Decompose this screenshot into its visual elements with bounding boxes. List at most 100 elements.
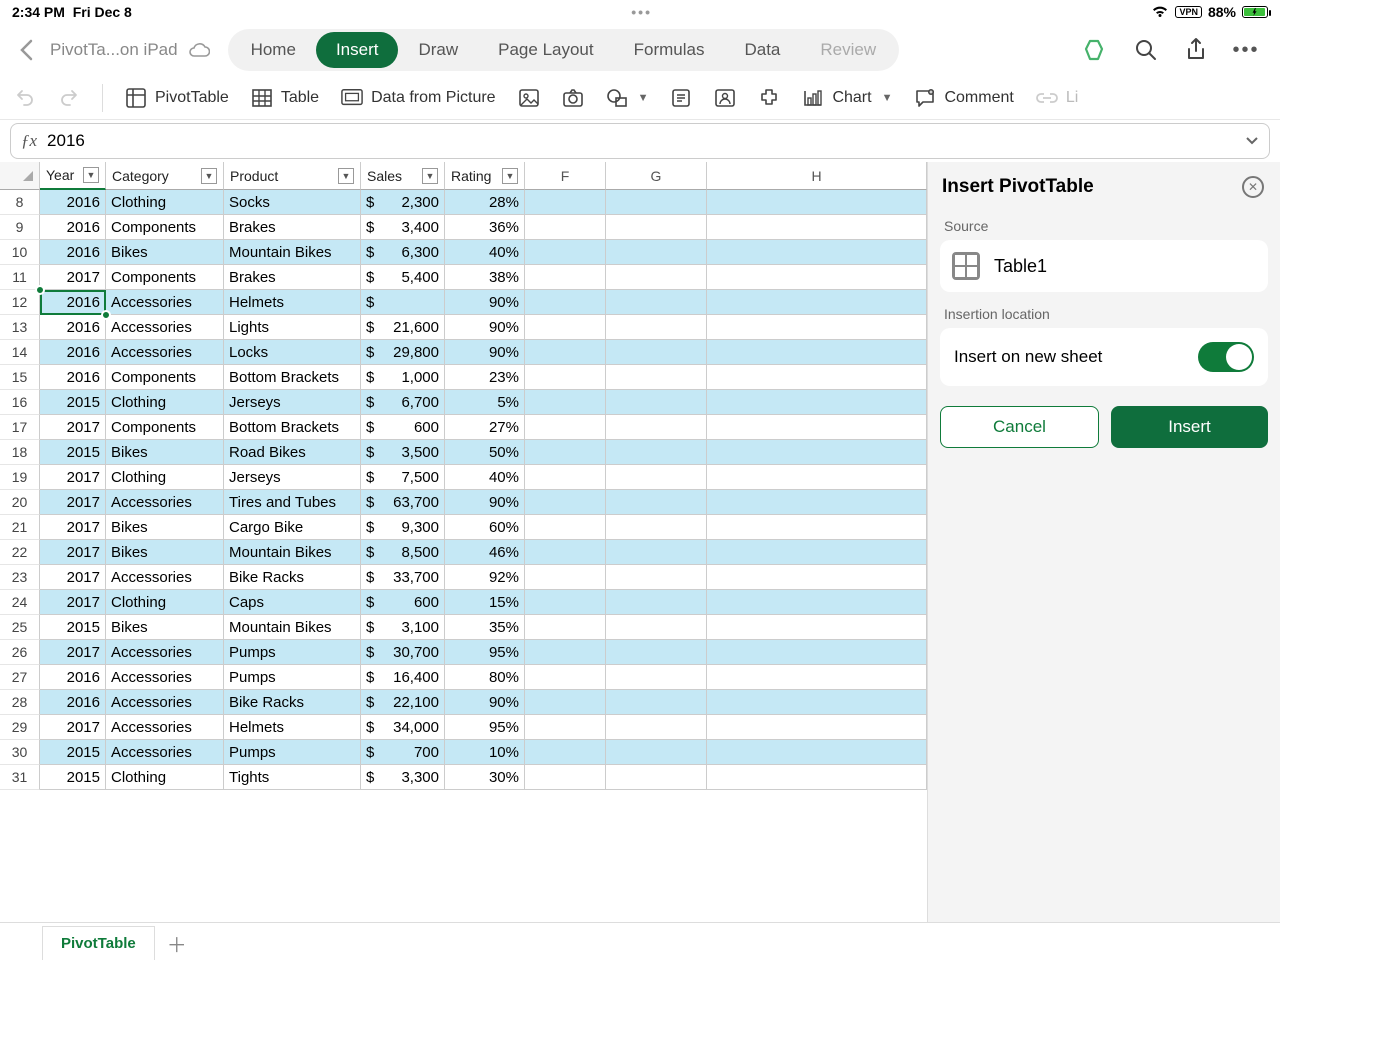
table-row[interactable]: 92016ComponentsBrakes$ 3,40036% [0, 215, 927, 240]
cell-rating[interactable]: 36% [445, 215, 525, 240]
sheet-tab-pivottable[interactable]: PivotTable [42, 926, 155, 960]
cell-rating[interactable]: 35% [445, 615, 525, 640]
cell-category[interactable]: Accessories [106, 640, 224, 665]
cell-sales[interactable]: $ 600 [361, 415, 445, 440]
table-row[interactable]: 212017BikesCargo Bike$ 9,30060% [0, 515, 927, 540]
table-row[interactable]: 112017ComponentsBrakes$ 5,40038% [0, 265, 927, 290]
share-icon[interactable] [1182, 36, 1210, 64]
cell-sales[interactable]: $29,800 [361, 340, 445, 365]
cell-category[interactable]: Accessories [106, 690, 224, 715]
cell-empty[interactable] [525, 615, 606, 640]
row-number[interactable]: 8 [0, 190, 40, 215]
cell-sales[interactable]: $ 9,300 [361, 515, 445, 540]
formula-value[interactable]: 2016 [47, 131, 85, 151]
cell-year[interactable]: 2017 [40, 490, 106, 515]
cell-category[interactable]: Bikes [106, 540, 224, 565]
cell-category[interactable]: Clothing [106, 465, 224, 490]
cell-product[interactable]: Mountain Bikes [224, 615, 361, 640]
tab-page-layout[interactable]: Page Layout [478, 32, 613, 68]
cell-sales[interactable]: $ 2,300 [361, 190, 445, 215]
cell-empty[interactable] [525, 265, 606, 290]
row-number[interactable]: 12 [0, 290, 40, 315]
row-number[interactable]: 24 [0, 590, 40, 615]
cell-empty[interactable] [606, 390, 707, 415]
cell-product[interactable]: Pumps [224, 740, 361, 765]
row-number[interactable]: 14 [0, 340, 40, 365]
cell-empty[interactable] [606, 215, 707, 240]
comment-button[interactable]: Comment [914, 87, 1013, 109]
close-panel-button[interactable]: ✕ [1242, 176, 1264, 198]
row-number[interactable]: 29 [0, 715, 40, 740]
textbox-button[interactable] [670, 87, 692, 109]
more-icon[interactable]: ••• [1232, 36, 1260, 64]
cell-year[interactable]: 2017 [40, 515, 106, 540]
cell-year[interactable]: 2016 [40, 315, 106, 340]
col-header-product[interactable]: Product▼ [224, 162, 361, 190]
cell-sales[interactable]: $ 6,300 [361, 240, 445, 265]
copilot-icon[interactable] [1082, 36, 1110, 64]
cell-product[interactable]: Bike Racks [224, 565, 361, 590]
cell-product[interactable]: Socks [224, 190, 361, 215]
cell-year[interactable]: 2015 [40, 440, 106, 465]
cell-empty[interactable] [707, 740, 927, 765]
cell-empty[interactable] [525, 315, 606, 340]
cell-empty[interactable] [707, 265, 927, 290]
cell-empty[interactable] [606, 415, 707, 440]
cell-rating[interactable]: 30% [445, 765, 525, 790]
cell-sales[interactable]: $30,700 [361, 640, 445, 665]
cell-year[interactable]: 2015 [40, 740, 106, 765]
row-number[interactable]: 16 [0, 390, 40, 415]
cell-rating[interactable]: 38% [445, 265, 525, 290]
cell-empty[interactable] [707, 365, 927, 390]
row-number[interactable]: 23 [0, 565, 40, 590]
pictures-button[interactable] [518, 87, 540, 109]
filter-icon[interactable]: ▼ [201, 168, 217, 184]
cell-product[interactable]: Pumps [224, 640, 361, 665]
cell-product[interactable]: Helmets [224, 715, 361, 740]
cell-year[interactable]: 2017 [40, 590, 106, 615]
pivottable-button[interactable]: PivotTable [125, 87, 229, 109]
filter-icon[interactable]: ▼ [338, 168, 354, 184]
cell-year[interactable]: 2016 [40, 215, 106, 240]
col-header-sales[interactable]: Sales▼ [361, 162, 445, 190]
redo-button[interactable] [58, 87, 80, 109]
cell-category[interactable]: Accessories [106, 340, 224, 365]
cell-sales[interactable]: $ [361, 290, 445, 315]
cell-empty[interactable] [606, 465, 707, 490]
row-number[interactable]: 28 [0, 690, 40, 715]
col-header-g[interactable]: G [606, 162, 707, 190]
cell-sales[interactable]: $ 3,100 [361, 615, 445, 640]
cell-empty[interactable] [606, 515, 707, 540]
cell-empty[interactable] [606, 190, 707, 215]
table-row[interactable]: 232017AccessoriesBike Racks$33,70092% [0, 565, 927, 590]
cancel-button[interactable]: Cancel [940, 406, 1099, 448]
cell-empty[interactable] [525, 590, 606, 615]
cell-empty[interactable] [525, 240, 606, 265]
cell-empty[interactable] [525, 740, 606, 765]
table-row[interactable]: 222017BikesMountain Bikes$ 8,50046% [0, 540, 927, 565]
table-row[interactable]: 272016AccessoriesPumps$16,40080% [0, 665, 927, 690]
cell-year[interactable]: 2017 [40, 640, 106, 665]
select-all-corner[interactable] [0, 162, 40, 190]
cell-category[interactable]: Clothing [106, 590, 224, 615]
table-row[interactable]: 182015BikesRoad Bikes$ 3,50050% [0, 440, 927, 465]
cell-category[interactable]: Clothing [106, 765, 224, 790]
cell-year[interactable]: 2017 [40, 465, 106, 490]
cell-category[interactable]: Bikes [106, 515, 224, 540]
cell-empty[interactable] [525, 340, 606, 365]
cell-sales[interactable]: $ 700 [361, 740, 445, 765]
cell-empty[interactable] [707, 215, 927, 240]
shapes-button[interactable]: ▼ [606, 87, 649, 109]
formula-bar[interactable]: ƒx 2016 [10, 123, 1270, 159]
cell-category[interactable]: Components [106, 265, 224, 290]
cell-sales[interactable]: $ 1,000 [361, 365, 445, 390]
cell-product[interactable]: Brakes [224, 265, 361, 290]
cell-empty[interactable] [606, 240, 707, 265]
chart-button[interactable]: Chart▼ [802, 87, 892, 109]
multitask-dots-icon[interactable]: ••• [631, 4, 652, 20]
cell-empty[interactable] [525, 390, 606, 415]
source-card[interactable]: Table1 [940, 240, 1268, 292]
filter-icon[interactable]: ▼ [422, 168, 438, 184]
cell-category[interactable]: Clothing [106, 190, 224, 215]
cell-product[interactable]: Cargo Bike [224, 515, 361, 540]
